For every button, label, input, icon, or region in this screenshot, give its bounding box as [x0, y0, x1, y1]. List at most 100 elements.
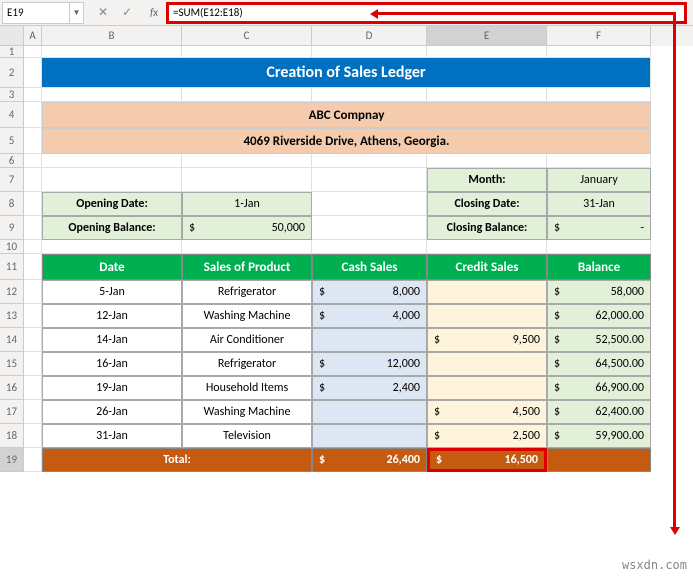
th-credit[interactable]: Credit Sales: [427, 254, 547, 280]
cell[interactable]: [312, 240, 427, 254]
td-cash[interactable]: $2,400: [312, 376, 427, 400]
cell[interactable]: [24, 192, 42, 216]
th-product[interactable]: Sales of Product: [182, 254, 312, 280]
row-header-14[interactable]: 14: [0, 328, 24, 352]
fx-icon[interactable]: fx: [144, 3, 164, 23]
row-header-2[interactable]: 2: [0, 58, 24, 88]
company-name[interactable]: ABC Compnay: [42, 102, 651, 128]
td-credit[interactable]: $9,500: [427, 328, 547, 352]
cell[interactable]: [24, 58, 42, 88]
row-header-6[interactable]: 6: [0, 154, 24, 168]
td-product[interactable]: Refrigerator: [182, 280, 312, 304]
cell[interactable]: [547, 240, 651, 254]
td-product[interactable]: Household Items: [182, 376, 312, 400]
cell[interactable]: [42, 46, 182, 58]
row-header-13[interactable]: 13: [0, 304, 24, 328]
td-credit[interactable]: [427, 280, 547, 304]
cell[interactable]: [427, 154, 547, 168]
total-balance[interactable]: [547, 448, 651, 472]
cell[interactable]: [312, 216, 427, 240]
row-header-16[interactable]: 16: [0, 376, 24, 400]
cell[interactable]: [24, 254, 42, 280]
row-header-9[interactable]: 9: [0, 216, 24, 240]
cell[interactable]: [312, 192, 427, 216]
cell[interactable]: [42, 168, 182, 192]
cell[interactable]: [182, 88, 312, 102]
col-header-D[interactable]: D: [312, 26, 427, 46]
cell[interactable]: [312, 88, 427, 102]
td-cash[interactable]: $8,000: [312, 280, 427, 304]
td-date[interactable]: 26-Jan: [42, 400, 182, 424]
cell[interactable]: [24, 46, 42, 58]
row-header-3[interactable]: 3: [0, 88, 24, 102]
close-date-label[interactable]: Closing Date:: [427, 192, 547, 216]
td-balance[interactable]: $64,500.00: [547, 352, 651, 376]
cell[interactable]: [24, 216, 42, 240]
cell[interactable]: [24, 102, 42, 128]
close-date-value[interactable]: 31-Jan: [547, 192, 651, 216]
td-balance[interactable]: $62,000.00: [547, 304, 651, 328]
cell[interactable]: [24, 168, 42, 192]
row-header-17[interactable]: 17: [0, 400, 24, 424]
cell[interactable]: [42, 154, 182, 168]
row-header-11[interactable]: 11: [0, 254, 24, 280]
cell[interactable]: [547, 46, 651, 58]
close-bal-value[interactable]: $-: [547, 216, 651, 240]
cell[interactable]: [24, 352, 42, 376]
cell[interactable]: [24, 448, 42, 472]
td-cash[interactable]: [312, 328, 427, 352]
cell[interactable]: [182, 240, 312, 254]
select-all-corner[interactable]: [0, 26, 24, 46]
cell[interactable]: [427, 46, 547, 58]
th-balance[interactable]: Balance: [547, 254, 651, 280]
td-balance[interactable]: $58,000: [547, 280, 651, 304]
cell[interactable]: [547, 88, 651, 102]
td-balance[interactable]: $59,900.00: [547, 424, 651, 448]
total-credit[interactable]: $16,500: [427, 448, 547, 472]
row-header-4[interactable]: 4: [0, 102, 24, 128]
row-header-12[interactable]: 12: [0, 280, 24, 304]
td-date[interactable]: 31-Jan: [42, 424, 182, 448]
td-credit[interactable]: $2,500: [427, 424, 547, 448]
td-product[interactable]: Washing Machine: [182, 400, 312, 424]
td-balance[interactable]: $62,400.00: [547, 400, 651, 424]
open-date-value[interactable]: 1-Jan: [182, 192, 312, 216]
cell[interactable]: [24, 304, 42, 328]
col-header-B[interactable]: B: [42, 26, 182, 46]
row-header-19[interactable]: 19: [0, 448, 24, 472]
cell[interactable]: [182, 168, 312, 192]
row-header-8[interactable]: 8: [0, 192, 24, 216]
cell[interactable]: [42, 240, 182, 254]
cell[interactable]: [312, 154, 427, 168]
close-bal-label[interactable]: Closing Balance:: [427, 216, 547, 240]
open-bal-value[interactable]: $50,000: [182, 216, 312, 240]
td-product[interactable]: Washing Machine: [182, 304, 312, 328]
td-cash[interactable]: $12,000: [312, 352, 427, 376]
month-label[interactable]: Month:: [427, 168, 547, 192]
td-date[interactable]: 12-Jan: [42, 304, 182, 328]
col-header-E[interactable]: E: [427, 26, 547, 46]
td-date[interactable]: 19-Jan: [42, 376, 182, 400]
cell[interactable]: [24, 88, 42, 102]
cell[interactable]: [312, 168, 427, 192]
th-date[interactable]: Date: [42, 254, 182, 280]
th-cash[interactable]: Cash Sales: [312, 254, 427, 280]
cell[interactable]: [24, 154, 42, 168]
cell[interactable]: [24, 400, 42, 424]
td-credit[interactable]: [427, 352, 547, 376]
td-cash[interactable]: [312, 400, 427, 424]
name-box[interactable]: E19: [2, 2, 70, 24]
td-credit[interactable]: [427, 304, 547, 328]
td-date[interactable]: 14-Jan: [42, 328, 182, 352]
td-cash[interactable]: [312, 424, 427, 448]
cell[interactable]: [182, 46, 312, 58]
cell[interactable]: [24, 240, 42, 254]
row-header-7[interactable]: 7: [0, 168, 24, 192]
cell[interactable]: [24, 424, 42, 448]
cell[interactable]: [24, 376, 42, 400]
cancel-icon[interactable]: ✕: [92, 3, 114, 23]
col-header-C[interactable]: C: [182, 26, 312, 46]
cell[interactable]: [182, 154, 312, 168]
col-header-F[interactable]: F: [547, 26, 651, 46]
row-header-18[interactable]: 18: [0, 424, 24, 448]
